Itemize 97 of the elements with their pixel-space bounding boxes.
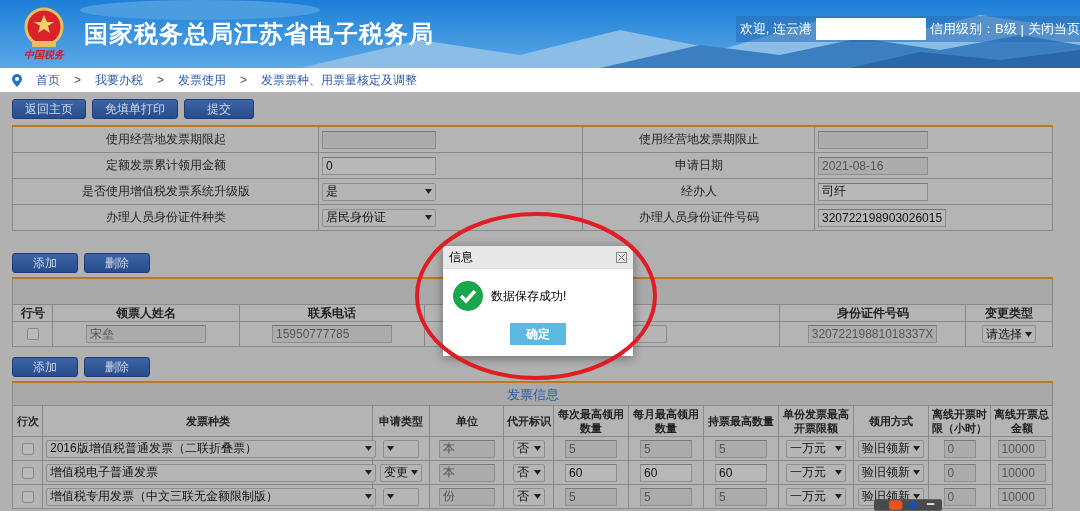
checkbox[interactable] (26, 328, 39, 340)
dropdown[interactable]: 一万元 (786, 463, 846, 482)
action-button[interactable]: 删除 (84, 357, 150, 377)
column-header: 行号 (20, 306, 45, 320)
checkbox[interactable] (21, 466, 34, 479)
field-label: 使用经营地发票期限起 (105, 131, 226, 148)
field-label: 定额发票累计领用金额 (105, 157, 226, 174)
breadcrumb-separator: > (240, 73, 248, 87)
close-link[interactable]: 关闭当页 (1028, 20, 1080, 38)
dropdown[interactable]: 居民身份证 (322, 208, 436, 227)
breadcrumb-separator: > (74, 73, 81, 87)
dropdown[interactable]: 变更 (380, 463, 422, 482)
dropdown[interactable]: 一万元 (786, 487, 846, 506)
dialog-title: 信息 (449, 248, 473, 266)
field-label: 使用经营地发票期限止 (638, 131, 759, 148)
column-header: 申请类型 (379, 415, 423, 427)
toolbar-button[interactable]: 提交 (184, 99, 254, 119)
text-field[interactable]: 60 (715, 463, 767, 482)
caret-icon (365, 470, 372, 475)
action-button[interactable]: 添加 (12, 357, 78, 377)
caret-icon (913, 470, 920, 475)
caret-icon (835, 446, 842, 451)
separator: | (1020, 21, 1024, 37)
breadcrumb-link[interactable]: 发票票种、用票量核定及调整 (261, 71, 418, 89)
breadcrumb-link[interactable]: 我要办税 (95, 71, 143, 89)
location-pin-icon (12, 73, 22, 87)
breadcrumb-separator: > (157, 73, 165, 87)
field-label: 是否使用增值税发票系统升级版 (81, 183, 250, 200)
site-title: 国家税务总局江苏省电子税务局 (84, 19, 434, 49)
caret-icon (835, 494, 842, 499)
text-field[interactable]: 60 (565, 463, 617, 482)
field-label: 申请日期 (674, 157, 723, 174)
dropdown[interactable]: 验旧领新 (858, 463, 924, 482)
breadcrumb-link[interactable]: 首页 (36, 71, 60, 89)
field-label: 办理人员身份证件号码 (638, 209, 759, 226)
caret-icon (1025, 331, 1033, 337)
caret-icon (365, 446, 372, 451)
dropdown[interactable]: 否 (512, 487, 545, 506)
checkbox[interactable] (21, 490, 34, 503)
toolbar-button[interactable]: 返回主页 (12, 99, 86, 119)
toolbar-button[interactable]: 免填单打印 (92, 99, 178, 119)
caret-icon (387, 446, 394, 451)
dropdown[interactable]: 2016版增值税普通发票（二联折叠票） (46, 439, 376, 458)
caret-icon (835, 470, 842, 475)
column-header: 离线开票总金额 (994, 408, 1050, 434)
caret-icon (533, 446, 541, 451)
field-label: 办理人员身份证件种类 (105, 209, 226, 226)
caret-icon (387, 494, 394, 499)
column-header: 行次 (16, 415, 39, 427)
field-label: 经办人 (680, 183, 717, 200)
text-field[interactable]: 320722198903026015 (818, 208, 947, 227)
dialog-message: 数据保存成功! (491, 287, 567, 305)
column-header: 领用方式 (869, 415, 913, 427)
caret-icon (411, 470, 418, 475)
dropdown[interactable]: 请选择 (982, 325, 1037, 343)
column-header: 身份证件号码 (836, 306, 909, 320)
column-header: 变更类型 (985, 306, 1034, 320)
success-check-icon (453, 281, 483, 311)
column-header: 每月最高领用数量 (633, 408, 699, 434)
dropdown[interactable]: 一万元 (786, 439, 846, 458)
text-field[interactable]: 0 (322, 156, 436, 175)
caret-icon (425, 215, 432, 220)
logo-caption: 中国税务 (24, 49, 64, 61)
caret-icon (533, 494, 541, 499)
dropdown[interactable]: 是 (322, 182, 436, 201)
action-button[interactable]: 添加 (12, 253, 78, 273)
column-header: 持票最高数量 (708, 415, 774, 427)
caret-icon (365, 494, 372, 499)
column-header: 离线开票时限（小时） (932, 408, 987, 434)
breadcrumb-link[interactable]: 发票使用 (178, 71, 227, 89)
dropdown[interactable]: 增值税电子普通发票 (46, 463, 376, 482)
emblem-icon (24, 7, 64, 49)
column-header: 单位 (455, 415, 478, 427)
caret-icon (913, 446, 920, 451)
credit-level: 信用级别：B级 (929, 20, 1017, 38)
dropdown[interactable]: 增值税专用发票（中文三联无金额限制版） (46, 487, 376, 506)
column-header: 单份发票最高开票限额 (783, 408, 849, 434)
dropdown[interactable]: 否 (512, 439, 545, 458)
dropdown[interactable] (383, 439, 419, 458)
checkbox[interactable] (21, 442, 34, 455)
text-field[interactable]: 60 (640, 463, 692, 482)
column-header: 每次最高领用数量 (558, 408, 624, 434)
ime-status-menu[interactable] (874, 499, 942, 511)
welcome-text: 欢迎, 连云港 (739, 20, 812, 38)
caret-icon (425, 189, 432, 194)
section-title: 发票信息 (506, 387, 559, 402)
column-header: 领票人姓名 (116, 306, 176, 320)
dropdown[interactable]: 否 (512, 463, 545, 482)
action-button[interactable]: 删除 (84, 253, 150, 273)
column-header: 联系电话 (308, 306, 356, 320)
text-field[interactable]: 司纤 (818, 182, 928, 201)
dropdown[interactable] (383, 487, 419, 506)
caret-icon (533, 470, 541, 475)
column-header: 代开标识 (506, 415, 551, 427)
column-header: 发票种类 (185, 415, 230, 427)
close-icon[interactable] (616, 251, 627, 263)
dropdown[interactable]: 验旧领新 (858, 439, 924, 458)
